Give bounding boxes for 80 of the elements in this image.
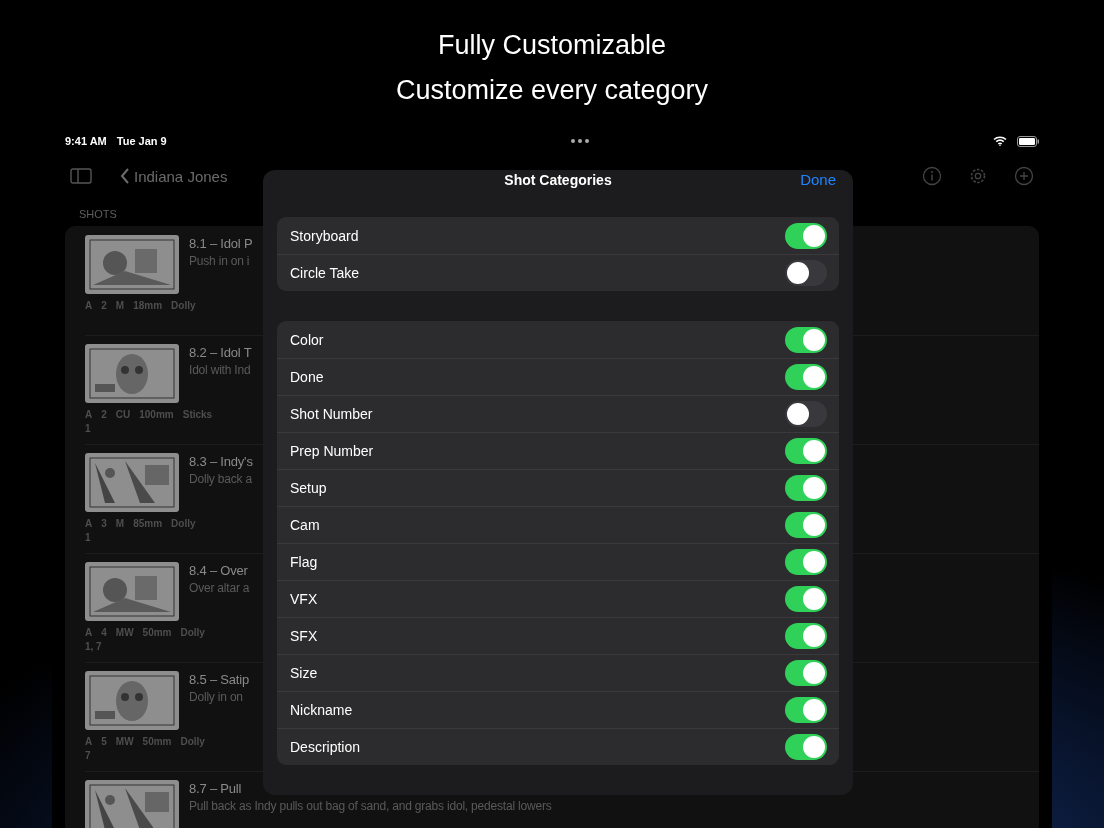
- shot-tag: 100mm: [139, 409, 174, 420]
- shot-flags: 1: [85, 423, 91, 434]
- shot-tag: 2: [101, 409, 107, 420]
- wifi-icon: [993, 136, 1007, 146]
- sheet-title: Shot Categories: [504, 171, 612, 188]
- back-button[interactable]: Indiana Jones: [120, 167, 228, 185]
- category-label: Shot Number: [290, 406, 374, 422]
- category-label: Nickname: [290, 702, 354, 718]
- multitasking-dots-icon: [570, 139, 589, 143]
- shot-tag: A: [85, 409, 93, 420]
- toggle-switch[interactable]: [785, 549, 827, 575]
- shot-tag: Dolly: [180, 627, 205, 638]
- shot-tag: A: [85, 300, 93, 311]
- category-label: Size: [290, 665, 319, 681]
- toggle-switch[interactable]: [785, 364, 827, 390]
- toggle-switch[interactable]: [785, 623, 827, 649]
- shot-tag: 4: [101, 627, 107, 638]
- toggle-switch[interactable]: [785, 401, 827, 427]
- shot-tag: A: [85, 518, 93, 529]
- shot-tag: A: [85, 627, 93, 638]
- toggle-switch[interactable]: [785, 438, 827, 464]
- shot-tag: M: [115, 300, 125, 311]
- status-time: 9:41 AM: [65, 135, 107, 147]
- shot-description: Dolly in on: [189, 690, 244, 704]
- subheadline: Customize every category: [395, 75, 709, 106]
- category-label: Prep Number: [290, 443, 375, 459]
- shot-title: 8.5 – Satip: [189, 672, 249, 687]
- shot-tag: Dolly: [180, 736, 205, 747]
- category-label: Setup: [290, 480, 328, 496]
- shot-tag: CU: [115, 409, 131, 420]
- toggle-switch[interactable]: [785, 326, 827, 353]
- shot-tag: Dolly: [171, 300, 196, 311]
- toggle-switch[interactable]: [785, 475, 827, 501]
- shot-tag: MW: [115, 627, 134, 638]
- category-label: SFX: [290, 628, 319, 644]
- shot-tag: 18mm: [133, 300, 163, 311]
- shot-tag: 2: [101, 300, 107, 311]
- toggle-switch[interactable]: [785, 222, 827, 249]
- category-label: Circle Take: [290, 265, 360, 281]
- category-label: Storyboard: [290, 227, 360, 244]
- shot-tag: M: [115, 518, 125, 529]
- category-label: Done: [290, 369, 325, 385]
- category-label: VFX: [290, 591, 319, 607]
- shot-title: 8.7 – Pull: [189, 781, 243, 796]
- shot-description: Dolly back a: [189, 472, 253, 486]
- shot-title: 8.2 – Idol T: [189, 345, 252, 360]
- shot-description: Pull back as Indy pulls out bag of sand, and grabs idol, pedestal lowers: [189, 799, 552, 813]
- toggle-switch[interactable]: [785, 697, 827, 723]
- shot-title: 8.1 – Idol P: [189, 236, 253, 251]
- toggle-switch[interactable]: [785, 734, 827, 760]
- shot-tag: 50mm: [142, 627, 172, 638]
- shot-tag: A: [85, 736, 93, 747]
- shot-tag: 3: [101, 518, 107, 529]
- done-button[interactable]: Done: [800, 171, 836, 188]
- toggle-switch[interactable]: [785, 586, 827, 612]
- toggle-switch[interactable]: [785, 260, 827, 286]
- category-label: Flag: [290, 554, 319, 570]
- category-label: Description: [290, 739, 362, 755]
- toggle-switch[interactable]: [785, 660, 827, 686]
- shot-flags: 7: [85, 750, 91, 761]
- category-label: Color: [290, 331, 325, 348]
- shot-title: 8.3 – Indy's: [189, 454, 253, 469]
- shot-description: Idol with Ind: [189, 363, 252, 377]
- shot-tag: Sticks: [182, 409, 213, 420]
- shot-tag: 50mm: [142, 736, 172, 747]
- headline: Fully Customizable: [437, 30, 667, 61]
- toggle-switch[interactable]: [785, 512, 827, 538]
- battery-icon: [1017, 135, 1039, 147]
- shot-tag: 5: [101, 736, 107, 747]
- status-date: Tue Jan 9: [116, 135, 167, 147]
- shot-tag: Dolly: [171, 518, 196, 529]
- shot-tag: MW: [115, 736, 134, 747]
- shot-description: Over altar a: [189, 581, 250, 595]
- shot-title: 8.4 – Over: [189, 563, 249, 578]
- shot-tag: 85mm: [133, 518, 163, 529]
- category-label: Cam: [290, 517, 321, 533]
- section-header: SHOTS: [78, 207, 118, 222]
- shot-flags: 1, 7: [85, 641, 102, 652]
- shot-flags: 1: [85, 532, 91, 543]
- chevron-left-icon: [120, 168, 130, 184]
